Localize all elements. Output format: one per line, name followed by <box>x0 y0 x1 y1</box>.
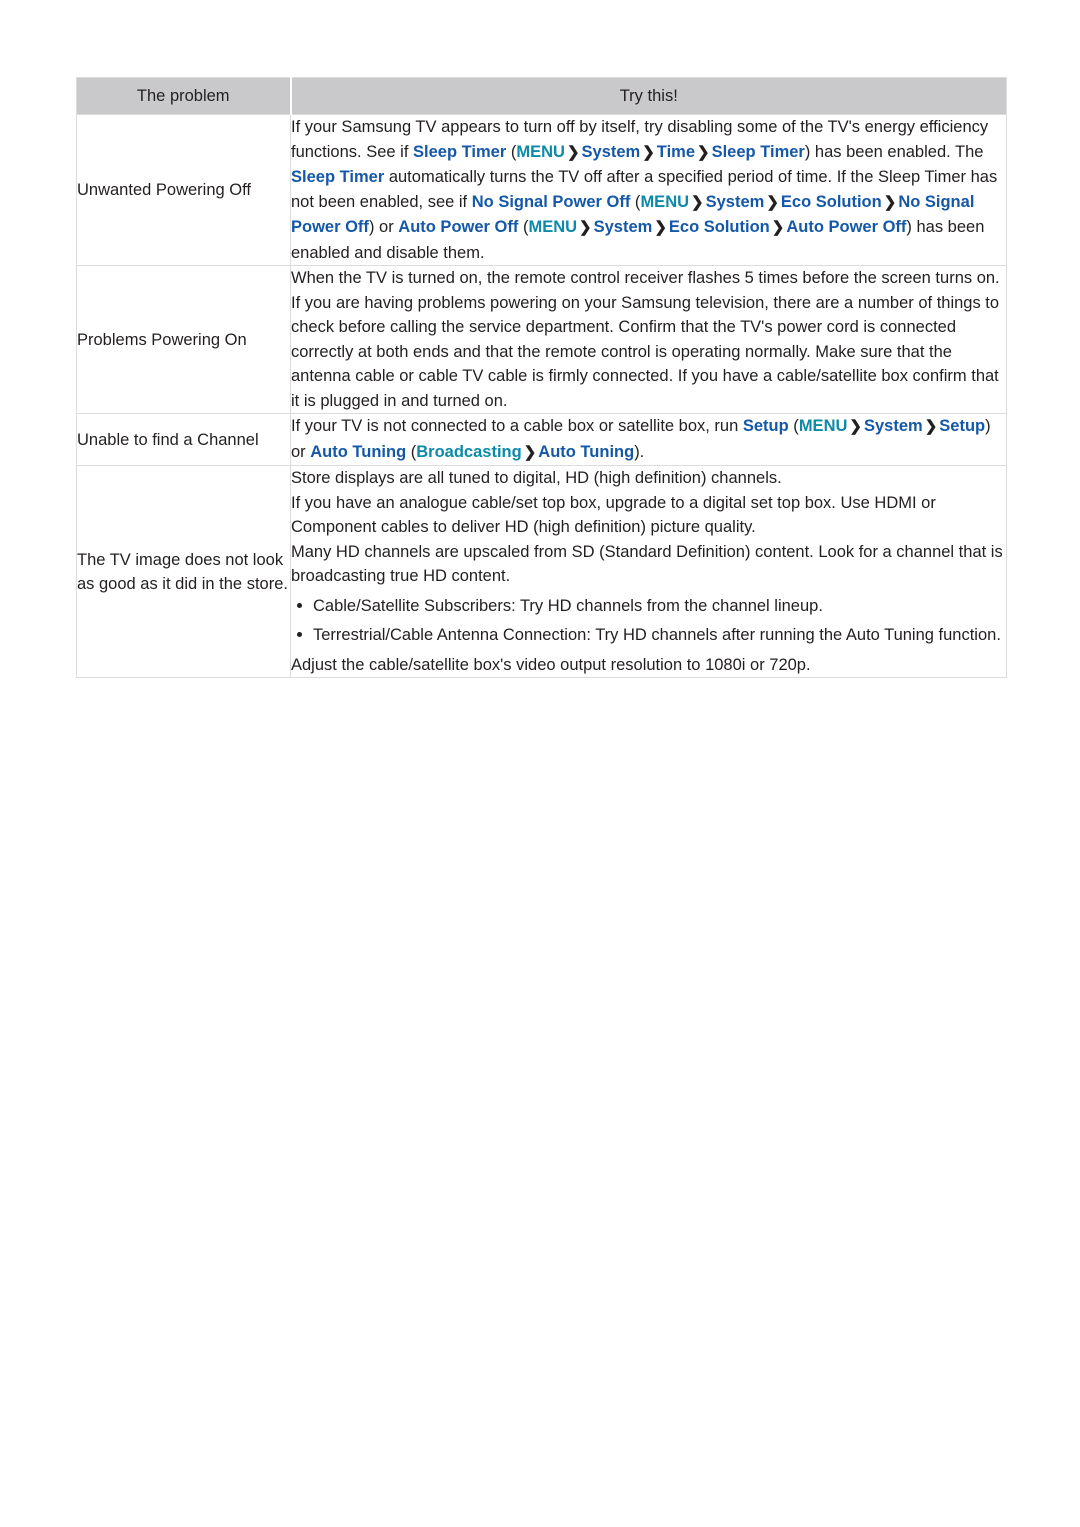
menu-item-token: System <box>581 142 641 161</box>
paragraph: When the TV is turned on, the remote con… <box>291 269 1000 287</box>
menu-item-token: Auto Tuning <box>538 442 635 461</box>
paragraph: Adjust the cable/satellite box's video o… <box>291 655 811 674</box>
chevron-right-icon: ❯ <box>924 418 938 435</box>
menu-key-token: MENU <box>516 142 565 161</box>
problem-cell: Unable to find a Channel <box>76 413 291 466</box>
table-row: Problems Powering On When the TV is turn… <box>76 265 1007 414</box>
list-item-label: Terrestrial/Cable Antenna Connection: Tr… <box>313 626 1001 644</box>
menu-item-token: Sleep Timer <box>711 142 805 161</box>
menu-item-token: System <box>593 218 653 236</box>
menu-item-token: System <box>705 192 765 211</box>
paragraph: If you are having problems powering on y… <box>291 293 1000 410</box>
chevron-right-icon: ❯ <box>883 193 897 211</box>
rich-paragraph: If your TV is not connected to a cable b… <box>291 417 991 461</box>
chevron-right-icon: ❯ <box>654 219 667 236</box>
menu-item-token: Setup <box>742 417 789 435</box>
paragraph: Store displays are all tuned to digital,… <box>291 469 782 487</box>
menu-item-token: Auto Power Off <box>398 218 519 236</box>
table-body: Unwanted Powering Off If your Samsung TV… <box>76 114 1007 678</box>
chevron-right-icon: ❯ <box>691 193 704 211</box>
menu-item-token: Eco Solution <box>780 192 882 211</box>
chevron-right-icon: ❯ <box>579 219 592 236</box>
rich-paragraph: If your Samsung TV appears to turn off b… <box>291 118 998 262</box>
bullet-icon <box>297 632 302 637</box>
problem-cell: Unwanted Powering Off <box>76 114 291 266</box>
menu-key-token: MENU <box>528 218 578 236</box>
menu-key-token: MENU <box>640 192 690 211</box>
bullet-icon <box>297 602 302 608</box>
menu-item-token: System <box>863 417 923 435</box>
problem-cell: Problems Powering On <box>76 265 291 414</box>
list-item: Terrestrial/Cable Antenna Connection: Tr… <box>291 623 1006 648</box>
table-row: Unable to find a Channel If your TV is n… <box>76 413 1007 466</box>
table-header: The problem Try this! <box>76 77 1007 115</box>
chevron-right-icon: ❯ <box>849 418 862 435</box>
menu-key-token: Broadcasting <box>416 442 522 461</box>
menu-item-token: Sleep Timer <box>291 168 385 186</box>
page: The problem Try this! Unwanted Powering … <box>0 0 1080 1527</box>
chevron-right-icon: ❯ <box>523 443 537 461</box>
menu-item-token: Setup <box>939 417 986 435</box>
solution-cell: When the TV is turned on, the remote con… <box>290 265 1007 414</box>
table-row: The TV image does not look as good as it… <box>76 465 1007 678</box>
menu-item-token: Auto Power Off <box>786 218 907 236</box>
chevron-right-icon: ❯ <box>766 193 779 211</box>
paragraph: If you have an analogue cable/set top bo… <box>291 493 936 537</box>
solution-cell: If your TV is not connected to a cable b… <box>290 413 1007 466</box>
table-header-row: The problem Try this! <box>76 77 1007 115</box>
menu-item-token: Sleep Timer <box>413 142 507 161</box>
menu-item-token: Auto Tuning <box>310 442 407 461</box>
list-item-label: Cable/Satellite Subscribers: Try HD chan… <box>313 596 823 615</box>
solution-cell: Store displays are all tuned to digital,… <box>290 465 1007 678</box>
problem-cell: The TV image does not look as good as it… <box>76 465 291 678</box>
menu-item-token: No Signal Power Off <box>471 192 631 211</box>
paragraph: Many HD channels are upscaled from SD (S… <box>291 542 1003 586</box>
menu-key-token: MENU <box>798 417 848 435</box>
bullet-list: Cable/Satellite Subscribers: Try HD chan… <box>291 594 1006 648</box>
table-row: Unwanted Powering Off If your Samsung TV… <box>76 114 1007 266</box>
chevron-right-icon: ❯ <box>642 143 655 161</box>
menu-item-token: Time <box>656 142 696 161</box>
chevron-right-icon: ❯ <box>697 143 710 161</box>
solution-cell: If your Samsung TV appears to turn off b… <box>290 114 1007 266</box>
chevron-right-icon: ❯ <box>566 143 580 161</box>
menu-item-token: Eco Solution <box>668 218 770 236</box>
chevron-right-icon: ❯ <box>771 219 785 236</box>
troubleshooting-table: The problem Try this! Unwanted Powering … <box>76 77 1007 678</box>
list-item: Cable/Satellite Subscribers: Try HD chan… <box>291 594 1006 619</box>
column-header-solution: Try this! <box>289 77 1007 115</box>
troubleshooting-table-wrapper: The problem Try this! Unwanted Powering … <box>76 77 1007 678</box>
column-header-problem: The problem <box>76 77 291 115</box>
